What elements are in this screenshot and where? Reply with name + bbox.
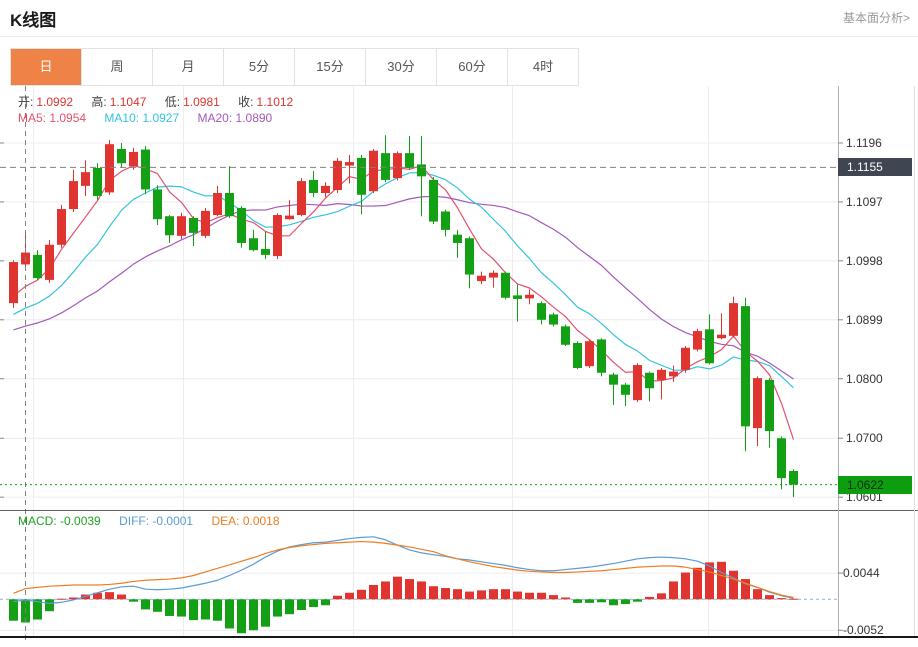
tab-日[interactable]: 日 xyxy=(11,49,82,85)
macd-legend: MACD: -0.0039 DIFF: -0.0001 DEA: 0.0018 xyxy=(18,514,280,528)
price-axis-label: 1.0899 xyxy=(846,312,883,328)
ma5-label: MA5: xyxy=(18,111,46,125)
close-value: 1.1012 xyxy=(257,95,294,109)
ma10-value: 1.0927 xyxy=(142,111,179,125)
close-label: 收: xyxy=(238,95,253,109)
tab-周[interactable]: 周 xyxy=(82,49,153,85)
kline-widget: K线图 基本面分析> 日周月5分15分30分60分4时 开:1.0992 高:1… xyxy=(0,0,918,647)
price-axis-label: 1.0700 xyxy=(846,430,883,446)
price-axis-label: 1.0800 xyxy=(846,371,883,387)
tab-月[interactable]: 月 xyxy=(153,49,224,85)
ma5-value: 1.0954 xyxy=(49,111,86,125)
ma20-value: 1.0890 xyxy=(236,111,273,125)
tab-30分[interactable]: 30分 xyxy=(366,49,437,85)
tab-60分[interactable]: 60分 xyxy=(437,49,508,85)
tab-4时[interactable]: 4时 xyxy=(508,49,578,85)
macd-label: MACD: xyxy=(18,514,57,528)
diff-label: DIFF: xyxy=(119,514,149,528)
macd-value: -0.0039 xyxy=(60,514,101,528)
ma-legend: MA5: 1.0954 MA10: 1.0927 MA20: 1.0890 xyxy=(18,111,272,125)
price-axis-label: 1.1196 xyxy=(846,135,882,151)
tab-15分[interactable]: 15分 xyxy=(295,49,366,85)
high-label: 高: xyxy=(91,95,106,109)
ma10-label: MA10: xyxy=(104,111,139,125)
price-axis-label: 1.1097 xyxy=(846,194,883,210)
last-price-badge: 1.0622 xyxy=(838,476,912,494)
macd-axis-label: 0.0044 xyxy=(843,565,880,581)
dea-label: DEA: xyxy=(211,514,239,528)
open-value: 1.0992 xyxy=(36,95,73,109)
low-label: 低: xyxy=(165,95,180,109)
interval-tabs: 日周月5分15分30分60分4时 xyxy=(10,48,579,86)
dea-value: 0.0018 xyxy=(243,514,280,528)
low-value: 1.0981 xyxy=(183,95,220,109)
macd-axis-label: -0.0052 xyxy=(843,622,884,638)
tab-5分[interactable]: 5分 xyxy=(224,49,295,85)
crosshair-price-badge: 1.1155 xyxy=(838,158,912,176)
ma20-label: MA20: xyxy=(197,111,232,125)
open-label: 开: xyxy=(18,95,33,109)
ohlc-legend: 开:1.0992 高: 1.1047 低:1.0981 收: 1.1012 xyxy=(18,93,293,110)
diff-value: -0.0001 xyxy=(152,514,193,528)
high-value: 1.1047 xyxy=(110,95,147,109)
price-axis-label: 1.0998 xyxy=(846,253,883,269)
